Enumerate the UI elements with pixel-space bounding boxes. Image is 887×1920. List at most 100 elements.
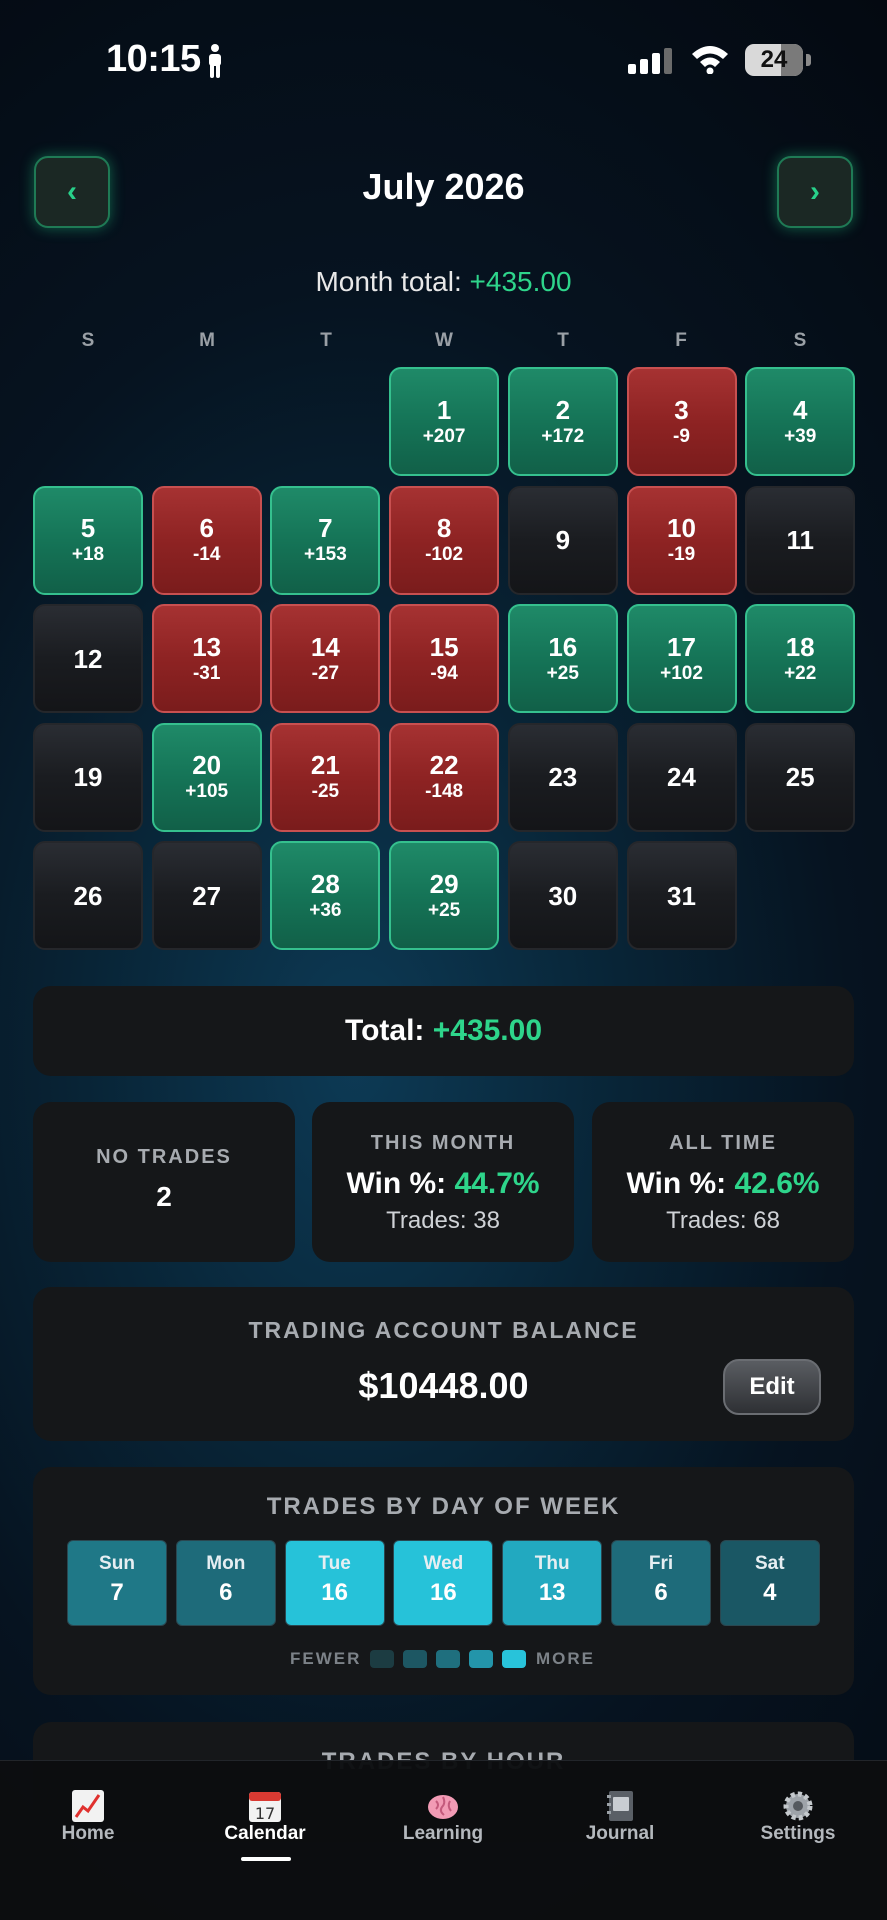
- day-number: 23: [548, 762, 578, 792]
- calendar-day-10[interactable]: 10 -19: [626, 485, 737, 595]
- tab-home[interactable]: Home: [13, 1789, 163, 1845]
- calendar-day-23[interactable]: 23: [507, 722, 618, 832]
- calendar-icon: 17: [249, 1792, 281, 1823]
- tab-learning[interactable]: Learning: [368, 1789, 518, 1845]
- day-number: 4: [792, 394, 808, 425]
- day-of-week-count: 4: [763, 1579, 777, 1606]
- weekday-label: W: [435, 330, 453, 351]
- calendar-day-2[interactable]: 2 +172: [507, 367, 618, 476]
- calendar-day-11[interactable]: 11: [745, 485, 856, 595]
- day-of-week-cell: Mon 6: [175, 1540, 276, 1626]
- tab-home-label: Home: [61, 1823, 115, 1844]
- tab-journal[interactable]: Journal: [545, 1789, 695, 1845]
- calendar-day-29[interactable]: 29 +25: [389, 841, 500, 950]
- day-pnl: -148: [425, 781, 464, 802]
- calendar-day-20[interactable]: 20 +105: [151, 722, 262, 832]
- weekday-label: T: [557, 330, 569, 351]
- no-trades-label: NO TRADES: [96, 1146, 232, 1168]
- day-of-week-name: Thu: [534, 1553, 570, 1574]
- all-time-trades: Trades: 68: [666, 1207, 780, 1234]
- day-number: 29: [429, 868, 459, 899]
- day-number: 16: [548, 631, 578, 662]
- day-of-week-cell: Thu 13: [502, 1540, 603, 1626]
- calendar-day-15[interactable]: 15 -94: [389, 604, 500, 713]
- active-tab-indicator: [241, 1857, 291, 1861]
- calendar-day-19[interactable]: 19: [33, 722, 143, 832]
- day-of-week-count: 6: [219, 1579, 233, 1606]
- day-number: 9: [555, 525, 571, 555]
- trades-by-day-title: TRADES BY DAY OF WEEK: [266, 1493, 621, 1520]
- calendar-day-1[interactable]: 1 +207: [389, 367, 500, 476]
- calendar-day-3[interactable]: 3 -9: [626, 367, 737, 476]
- calendar-day-9[interactable]: 9: [507, 485, 618, 595]
- tab-settings[interactable]: Settings: [723, 1789, 873, 1845]
- day-number: 28: [310, 868, 340, 899]
- notebook-icon: [607, 1791, 633, 1821]
- legend-swatch: [436, 1650, 460, 1668]
- calendar-day-26[interactable]: 26: [33, 841, 143, 950]
- calendar-icon-number: 17: [255, 1804, 275, 1823]
- weekday-label: S: [81, 330, 95, 351]
- weekday-label: F: [675, 330, 687, 351]
- calendar-day-24[interactable]: 24: [626, 722, 737, 832]
- tab-calendar-label: Calendar: [224, 1823, 306, 1844]
- calendar-day-21[interactable]: 21 -25: [270, 722, 381, 832]
- month-title: July 2026: [362, 166, 525, 207]
- calendar-day-27[interactable]: 27: [151, 841, 262, 950]
- day-of-week-name: Fri: [648, 1553, 674, 1574]
- day-of-week-count: 6: [654, 1579, 668, 1606]
- day-number: 20: [192, 750, 222, 780]
- calendar-day-13[interactable]: 13 -31: [151, 604, 262, 713]
- calendar-day-6[interactable]: 6 -14: [151, 485, 262, 595]
- day-pnl: -19: [667, 544, 696, 565]
- day-number: 2: [555, 394, 571, 425]
- day-pnl: -25: [311, 781, 340, 802]
- wifi-icon: [692, 46, 728, 74]
- day-of-week-cell: Fri 6: [611, 1540, 711, 1626]
- next-month-button[interactable]: ›: [777, 156, 853, 228]
- this-month-win-label: Win %:: [346, 1167, 455, 1200]
- day-number: 24: [667, 762, 696, 792]
- calendar-day-28[interactable]: 28 +36: [270, 841, 381, 950]
- day-number: 7: [318, 513, 333, 543]
- day-of-week-name: Tue: [318, 1553, 351, 1574]
- calendar-day-18[interactable]: 18 +22: [745, 604, 856, 713]
- calendar-day-17[interactable]: 17 +102: [626, 604, 737, 713]
- tab-journal-label: Journal: [585, 1823, 655, 1844]
- day-pnl: +39: [784, 425, 817, 447]
- day-pnl: -27: [311, 662, 340, 684]
- status-time: 10:15: [106, 38, 201, 80]
- day-pnl: -9: [673, 425, 690, 447]
- tab-calendar[interactable]: 17 Calendar: [190, 1789, 340, 1845]
- balance-card: TRADING ACCOUNT BALANCE $10448.00 Edit: [33, 1287, 854, 1441]
- total-label: Total:: [344, 1014, 433, 1047]
- calendar-day-8[interactable]: 8 -102: [389, 485, 500, 595]
- all-time-win-value: 42.6%: [734, 1167, 820, 1200]
- day-of-week-cell: Wed 16: [393, 1540, 494, 1626]
- calendar-day-22[interactable]: 22 -148: [389, 722, 500, 832]
- calendar-day-31[interactable]: 31: [626, 841, 737, 950]
- day-number: 27: [192, 880, 222, 911]
- month-total-label: Month total:: [315, 266, 470, 297]
- day-number: 25: [785, 762, 815, 792]
- calendar-day-16[interactable]: 16 +25: [507, 604, 618, 713]
- day-of-week-name: Wed: [423, 1553, 464, 1574]
- calendar-day-25[interactable]: 25: [745, 722, 856, 832]
- calendar-day-4[interactable]: 4 +39: [745, 367, 856, 476]
- edit-balance-button[interactable]: Edit: [723, 1359, 821, 1415]
- day-of-week-count: 16: [321, 1579, 348, 1606]
- heatmap-legend: FEWER MORE: [33, 1647, 854, 1671]
- day-of-week-name: Sun: [99, 1553, 135, 1574]
- no-trades-card: NO TRADES 2: [33, 1102, 295, 1262]
- calendar-day-7[interactable]: 7 +153: [270, 485, 381, 595]
- tab-settings-label: Settings: [760, 1823, 836, 1844]
- calendar-day-12[interactable]: 12: [33, 604, 143, 713]
- calendar-day-5[interactable]: 5 +18: [33, 485, 143, 595]
- calendar-day-30[interactable]: 30: [507, 841, 618, 950]
- month-total: Month total: +435.00: [0, 266, 887, 298]
- day-number: 21: [310, 750, 340, 780]
- day-pnl: -14: [192, 544, 221, 565]
- legend-swatch: [403, 1650, 427, 1668]
- total-value: +435.00: [432, 1014, 543, 1047]
- calendar-day-14[interactable]: 14 -27: [270, 604, 381, 713]
